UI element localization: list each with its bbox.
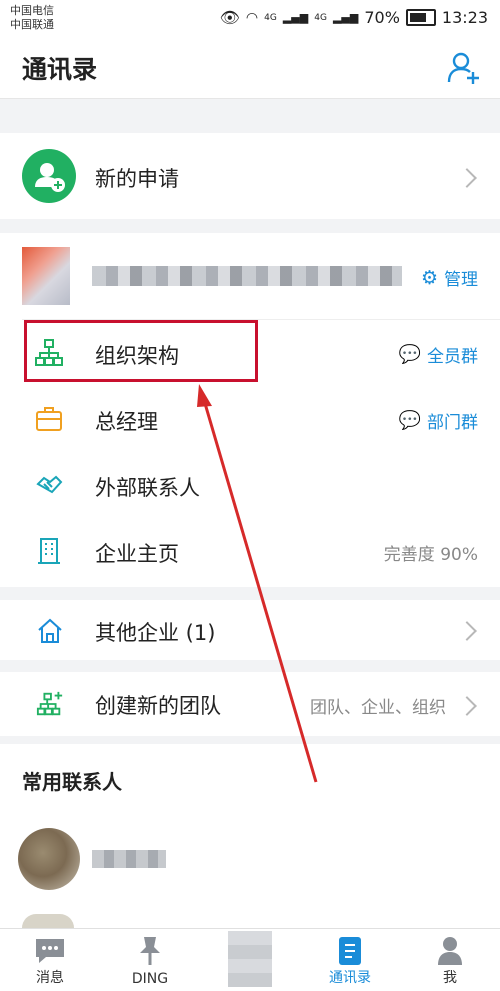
battery-icon	[405, 9, 436, 26]
org-card: ⚙ 管理 组织架构 💬 全员群 总经理 💬 部门群 外部联系人 企业主页 完善度…	[0, 233, 500, 587]
page-title: 通讯录	[22, 55, 98, 84]
create-team-label: 创建新的团队	[95, 694, 221, 718]
org-name-blurred	[92, 266, 402, 286]
chat-icon: 💬	[398, 344, 421, 365]
frequent-contacts-section: 常用联系人	[0, 744, 500, 928]
building-icon	[38, 538, 60, 564]
tab-label: DING	[131, 971, 169, 987]
create-team-row[interactable]: 创建新的团队 团队、企业、组织	[0, 672, 500, 736]
tab-label: 通讯录	[329, 970, 371, 986]
chevron-right-icon	[457, 621, 477, 641]
signal-icon: ▂▄▆	[282, 11, 309, 24]
all-staff-group-button[interactable]: 💬 全员群	[399, 342, 478, 367]
create-team-hint: 团队、企业、组织	[310, 698, 446, 718]
department-group-label: 部门群	[427, 413, 478, 433]
pin-icon	[140, 937, 160, 965]
tab-contacts[interactable]: 通讯录	[310, 929, 390, 991]
chat-bubble-icon	[36, 939, 64, 963]
contacts-book-icon	[339, 937, 361, 965]
tab-bar: 消息 DING 通讯录 我	[0, 928, 500, 991]
chevron-right-icon	[457, 696, 477, 716]
tab-me[interactable]: 我	[410, 929, 490, 991]
other-company-label: 其他企业 (1)	[95, 621, 216, 645]
network-1: 4G	[264, 12, 277, 23]
all-staff-group-label: 全员群	[427, 347, 478, 367]
chevron-right-icon	[457, 168, 477, 188]
avatar	[22, 914, 74, 928]
network-2: 4G	[314, 12, 327, 23]
new-request-icon	[22, 149, 76, 203]
general-manager-label: 总经理	[95, 410, 158, 434]
chat-icon: 💬	[398, 410, 421, 431]
company-homepage-label: 企业主页	[95, 542, 179, 566]
manage-label: 管理	[444, 270, 478, 290]
briefcase-icon	[36, 407, 62, 431]
header: 通讯录	[0, 36, 500, 99]
external-contacts-label: 外部联系人	[95, 476, 200, 500]
gear-icon: ⚙	[420, 266, 438, 289]
highlight-box	[24, 320, 258, 382]
add-contact-icon[interactable]	[446, 50, 482, 86]
carrier-2: 中国联通	[10, 18, 54, 31]
new-request-row[interactable]: 新的申请	[0, 133, 500, 219]
status-bar: 中国电信 中国联通 👁 ◠ 4G ▂▄▆ 4G ▂▄▆ 70% 13:23	[0, 0, 500, 36]
org-logo-blurred	[22, 247, 70, 305]
home-icon	[38, 618, 62, 643]
new-request-label: 新的申请	[95, 167, 179, 191]
tab-label: 消息	[36, 970, 64, 986]
tab-messages[interactable]: 消息	[10, 929, 90, 991]
contact-row[interactable]	[0, 818, 500, 898]
eye-icon: 👁	[219, 8, 240, 27]
general-manager-row[interactable]: 总经理 💬 部门群	[0, 386, 500, 452]
handshake-icon	[36, 475, 63, 494]
manage-button[interactable]: ⚙ 管理	[420, 265, 478, 291]
tab-work-blurred	[228, 931, 272, 987]
avatar	[18, 828, 80, 890]
signal-icon: ▂▄▆	[332, 11, 359, 24]
clock: 13:23	[441, 8, 488, 27]
carrier-1: 中国电信	[10, 4, 54, 17]
external-contacts-row[interactable]: 外部联系人	[0, 452, 500, 518]
tab-work[interactable]	[210, 929, 290, 991]
department-group-button[interactable]: 💬 部门群	[399, 408, 478, 433]
completion-rate: 完善度 90%	[383, 545, 478, 565]
battery-level: 70%	[364, 8, 400, 27]
create-team-icon	[36, 691, 63, 716]
other-company-row[interactable]: 其他企业 (1)	[0, 600, 500, 660]
person-icon	[438, 937, 462, 965]
tab-ding[interactable]: DING	[110, 929, 190, 991]
company-homepage-row[interactable]: 企业主页 完善度 90%	[0, 518, 500, 584]
wifi-icon: ◠	[245, 9, 259, 26]
frequent-contacts-title: 常用联系人	[22, 770, 122, 794]
contact-name-blurred	[92, 850, 166, 868]
tab-label: 我	[443, 970, 457, 986]
org-header-row[interactable]: ⚙ 管理	[0, 233, 500, 319]
status-indicators: 👁 ◠ 4G ▂▄▆ 4G ▂▄▆ 70% 13:23	[220, 8, 488, 27]
